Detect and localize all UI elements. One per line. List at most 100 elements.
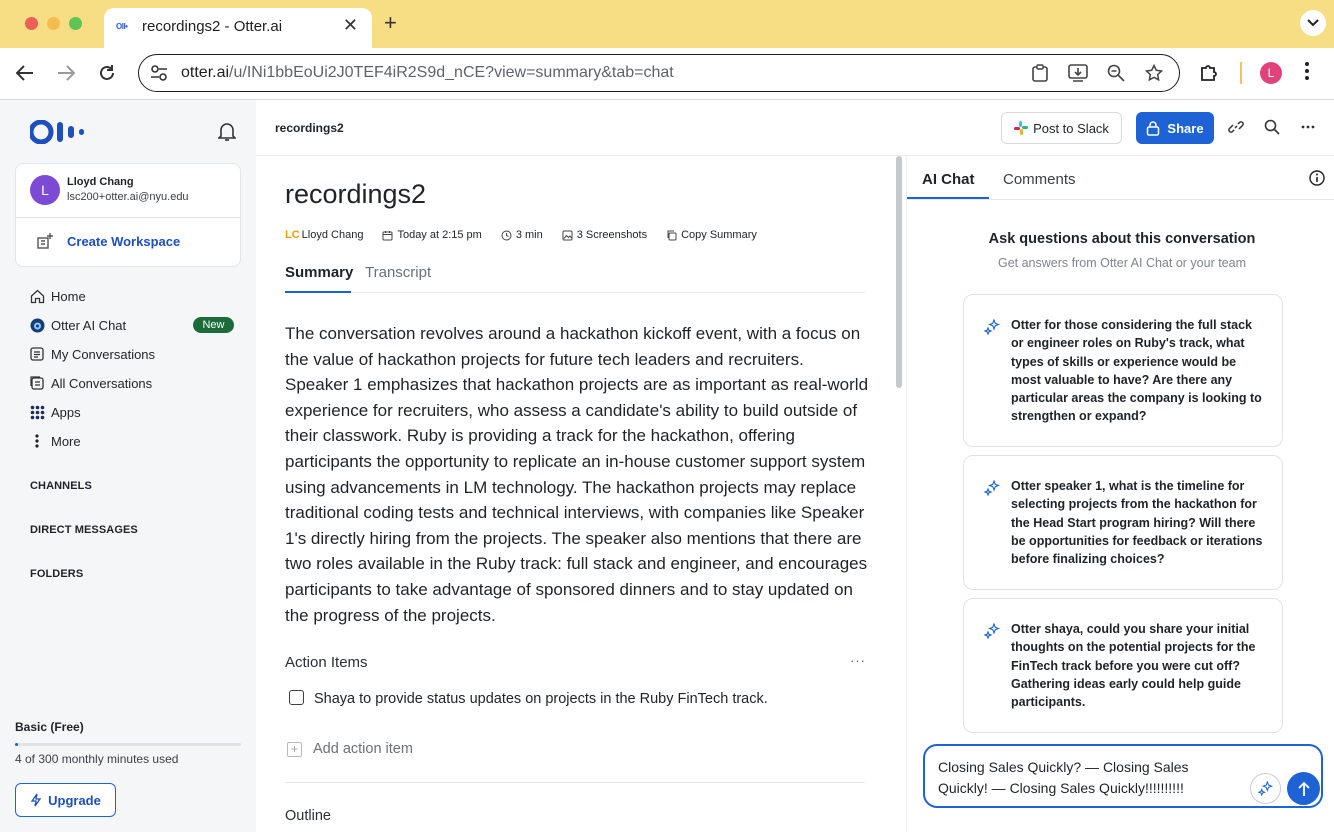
image-icon bbox=[562, 230, 573, 240]
conversation-header: recordings2 Post to Slack Share bbox=[256, 100, 1334, 156]
clock-icon bbox=[501, 230, 512, 240]
nav-item-my-conversations[interactable]: My Conversations bbox=[28, 343, 155, 365]
zoom-icon[interactable] bbox=[1105, 63, 1127, 83]
apps-grid-icon bbox=[28, 403, 46, 421]
clipboard-icon[interactable] bbox=[1029, 63, 1051, 83]
sparkle-icon bbox=[1258, 781, 1273, 796]
nav-item-label: More bbox=[51, 433, 81, 449]
plus-icon: + bbox=[287, 741, 302, 757]
ai-chat-panel: AI Chat Comments Ask questions about thi… bbox=[906, 156, 1334, 832]
content-tabs: Summary Transcript bbox=[285, 264, 865, 293]
extensions-puzzle-icon[interactable] bbox=[1198, 61, 1220, 88]
browser-tab[interactable]: Oll• recordings2 - Otter.ai ✕ bbox=[104, 8, 372, 48]
browser-menu-icon[interactable] bbox=[1304, 60, 1310, 87]
usage-progress-bar bbox=[15, 743, 241, 746]
add-action-item-button[interactable]: + Add action item bbox=[287, 741, 413, 757]
tab-search-chevron-icon[interactable] bbox=[1300, 10, 1326, 36]
forward-arrow-icon[interactable] bbox=[53, 60, 79, 86]
ask-heading: Ask questions about this conversation bbox=[988, 231, 1256, 247]
site-settings-icon[interactable] bbox=[149, 64, 169, 87]
owner-initials: LC bbox=[285, 229, 300, 241]
profile-avatar[interactable]: L bbox=[1260, 62, 1282, 84]
suggestion-card[interactable]: Otter speaker 1, what is the timeline fo… bbox=[963, 455, 1283, 590]
suggestion-card[interactable]: Otter for those considering the full sta… bbox=[963, 294, 1283, 447]
suggestion-card[interactable]: Otter shaya, could you share your initia… bbox=[963, 598, 1283, 733]
breadcrumb: recordings2 bbox=[275, 121, 344, 135]
slack-icon bbox=[1014, 121, 1029, 135]
copy-link-icon[interactable] bbox=[1226, 117, 1246, 137]
summary-content: recordings2 LC Lloyd Chang Today at 2:15 … bbox=[256, 156, 896, 832]
section-folders[interactable]: FOLDERS bbox=[30, 568, 83, 580]
browser-toolbar: otter.ai/u/INi1bbEoUi2J0TEF4iR2S9d_nCE?v… bbox=[0, 48, 1334, 100]
otter-logo-icon[interactable] bbox=[28, 119, 94, 149]
reload-icon[interactable] bbox=[94, 60, 120, 86]
usage-text: 4 of 300 monthly minutes used bbox=[15, 752, 179, 766]
create-workspace-button[interactable]: Create Workspace bbox=[67, 234, 180, 249]
search-icon[interactable] bbox=[1262, 117, 1282, 137]
plan-name: Basic (Free) bbox=[15, 720, 84, 734]
post-to-slack-button[interactable]: Post to Slack bbox=[1001, 112, 1122, 144]
notifications-bell-icon[interactable] bbox=[217, 122, 237, 147]
tab-comments[interactable]: Comments bbox=[1003, 171, 1076, 188]
calendar-icon bbox=[382, 230, 393, 240]
conversation-icon bbox=[28, 345, 46, 363]
action-item-text[interactable]: Shaya to provide status updates on proje… bbox=[314, 688, 774, 710]
section-channels[interactable]: CHANNELS bbox=[30, 480, 92, 492]
nav-item-home[interactable]: Home bbox=[28, 285, 86, 307]
user-name: Lloyd Chang bbox=[67, 176, 134, 188]
more-options-icon[interactable] bbox=[1298, 117, 1318, 137]
copy-summary-button[interactable]: Copy Summary bbox=[666, 229, 757, 241]
suggestion-text: Otter shaya, could you share your initia… bbox=[1011, 622, 1256, 710]
info-icon[interactable] bbox=[1309, 170, 1325, 191]
home-icon bbox=[28, 287, 46, 305]
user-email: lsc200+otter.ai@nyu.edu bbox=[67, 191, 189, 203]
content-scrollbar[interactable] bbox=[896, 156, 904, 392]
chat-input[interactable]: Closing Sales Quickly? — Closing Sales Q… bbox=[923, 744, 1323, 808]
all-conversations-icon bbox=[28, 374, 46, 392]
tab-summary[interactable]: Summary bbox=[285, 264, 353, 293]
owner[interactable]: LC Lloyd Chang bbox=[285, 229, 363, 241]
minimize-window-button[interactable] bbox=[47, 17, 60, 30]
install-app-icon[interactable] bbox=[1067, 63, 1089, 83]
action-items-more-icon[interactable]: ··· bbox=[850, 653, 866, 668]
bookmark-star-icon[interactable] bbox=[1143, 63, 1165, 83]
tab-transcript[interactable]: Transcript bbox=[365, 264, 431, 293]
nav-item-apps[interactable]: Apps bbox=[28, 401, 81, 423]
ask-subheading: Get answers from Otter AI Chat or your t… bbox=[997, 256, 1246, 270]
action-item-checkbox[interactable] bbox=[289, 690, 304, 705]
new-tab-button[interactable]: + bbox=[384, 10, 397, 36]
duration-text: 3 min bbox=[515, 229, 543, 241]
nav-item-more[interactable]: More bbox=[28, 430, 81, 452]
otter-chat-icon bbox=[28, 316, 46, 334]
share-button[interactable]: Share bbox=[1136, 112, 1214, 144]
nav-item-all-conversations[interactable]: All Conversations bbox=[28, 372, 152, 394]
close-window-button[interactable] bbox=[25, 17, 38, 30]
address-bar[interactable]: otter.ai/u/INi1bbEoUi2J0TEF4iR2S9d_nCE?v… bbox=[138, 54, 1180, 92]
copy-icon bbox=[667, 230, 677, 240]
tab-ai-chat[interactable]: AI Chat bbox=[922, 171, 975, 188]
send-button[interactable] bbox=[1287, 772, 1320, 805]
user-avatar[interactable]: L bbox=[30, 175, 60, 205]
active-tab-indicator bbox=[907, 197, 989, 199]
summary-paragraph: The conversation revolves around a hacka… bbox=[285, 324, 869, 625]
upgrade-button[interactable]: Upgrade bbox=[15, 783, 116, 817]
upgrade-label: Upgrade bbox=[48, 792, 101, 808]
section-direct-messages[interactable]: DIRECT MESSAGES bbox=[30, 524, 138, 536]
section-divider bbox=[285, 782, 865, 783]
nav-item-label: Apps bbox=[51, 404, 81, 420]
new-badge: New bbox=[193, 317, 234, 333]
otter-favicon-icon: Oll• bbox=[116, 22, 128, 31]
chat-input-value[interactable]: Closing Sales Quickly? — Closing Sales Q… bbox=[938, 757, 1238, 799]
maximize-window-button[interactable] bbox=[69, 17, 82, 30]
tab-close-icon[interactable]: ✕ bbox=[343, 15, 358, 36]
sparkle-icon bbox=[983, 318, 1001, 340]
suggestion-text: Otter speaker 1, what is the timeline fo… bbox=[1011, 479, 1263, 567]
screenshots-link[interactable]: 3 Screenshots bbox=[562, 229, 647, 241]
back-arrow-icon[interactable] bbox=[12, 60, 38, 86]
sparkle-icon bbox=[983, 622, 1001, 644]
ai-sparkle-button[interactable] bbox=[1250, 773, 1281, 804]
duration: 3 min bbox=[501, 229, 543, 241]
nav-item-otter-ai-chat[interactable]: Otter AI Chat bbox=[28, 314, 126, 336]
arrow-up-icon bbox=[1297, 781, 1310, 796]
scrollbar-thumb[interactable] bbox=[896, 156, 902, 388]
